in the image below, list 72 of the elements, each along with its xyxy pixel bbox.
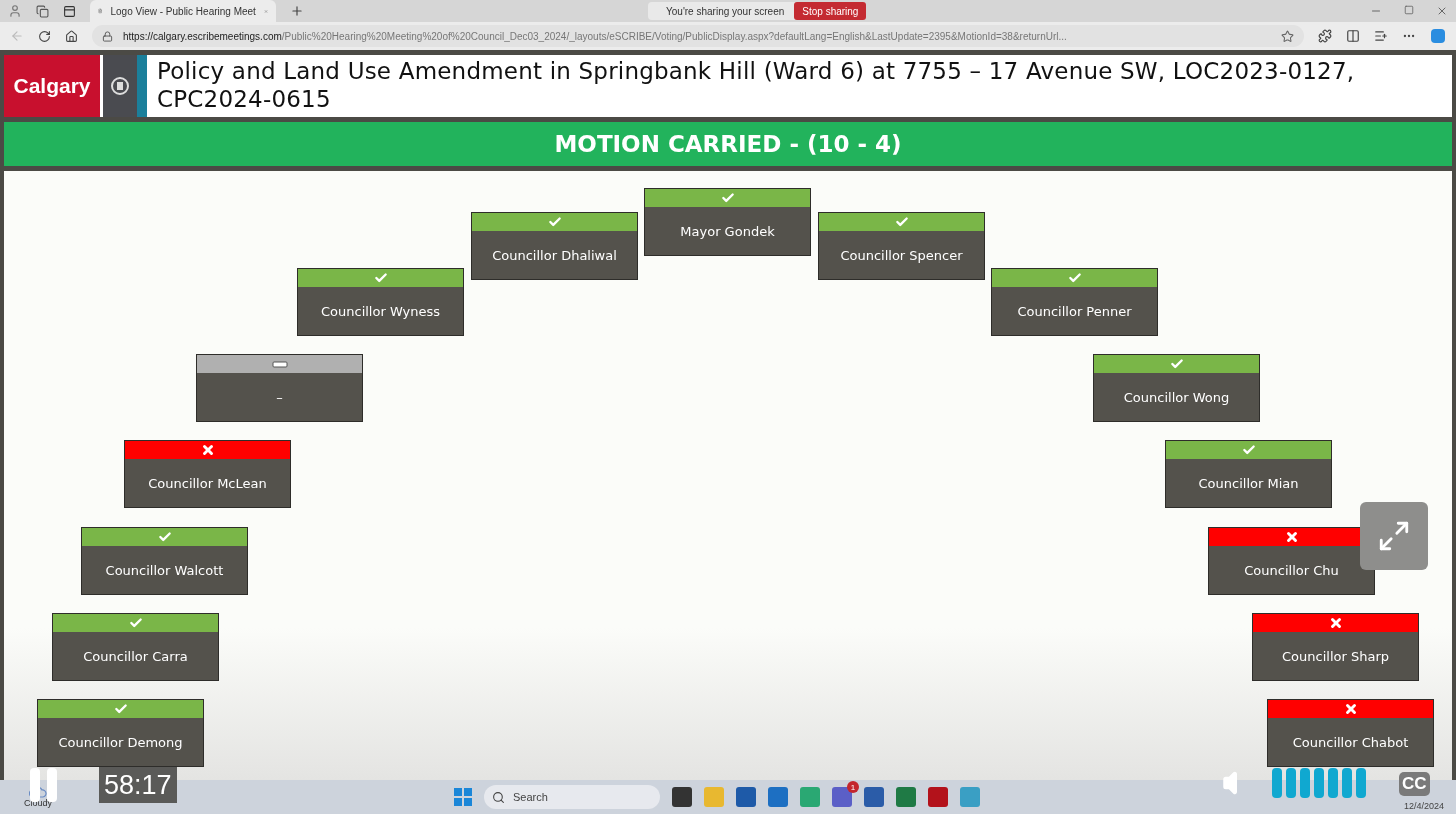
new-tab-icon[interactable]	[290, 4, 304, 18]
check-icon	[373, 271, 388, 285]
tab-actions-icon[interactable]	[63, 4, 76, 18]
check-icon	[128, 616, 143, 630]
member-name: Councillor Demong	[38, 718, 203, 766]
minus-icon	[271, 360, 288, 368]
pdf-app-icon[interactable]	[928, 787, 948, 807]
lock-icon	[102, 30, 113, 42]
check-icon	[894, 215, 909, 229]
taskbar-date: 12/4/2024	[1403, 801, 1444, 811]
workspaces-icon[interactable]	[36, 4, 49, 18]
city-logo: Calgary	[4, 55, 100, 117]
x-icon	[1343, 702, 1358, 716]
profile-icon[interactable]	[8, 4, 22, 18]
member-name: Councillor Sharp	[1253, 632, 1418, 680]
volume-meter[interactable]	[1272, 768, 1366, 798]
address-field[interactable]: https://calgary.escribemeetings.com/Public%20Hearing%20Meeting%20of%20Council_Dec03_2024/_layouts/eSCRIBE/Voting/PublicDisplay.aspx?defaultLang=English&LastUpdate=2395&MotionId=38&returnUrl...	[92, 25, 1304, 47]
check-icon	[1169, 357, 1184, 371]
windows-start-icon[interactable]	[454, 788, 472, 806]
home-icon[interactable]	[65, 29, 78, 43]
resize-icon	[1377, 519, 1411, 553]
member-name: Councillor Walcott	[82, 546, 247, 594]
captions-button[interactable]: CC	[1399, 772, 1430, 796]
chat-app-icon[interactable]	[832, 787, 852, 807]
check-icon	[113, 702, 128, 716]
back-icon[interactable]	[10, 29, 24, 43]
x-icon	[200, 443, 215, 457]
motion-result-banner: MOTION CARRIED - (10 - 4)	[4, 122, 1452, 166]
member-name: Councillor Mian	[1166, 459, 1331, 507]
spreadsheet-app-icon[interactable]	[896, 787, 916, 807]
taskbar-search-field[interactable]: Search	[484, 785, 660, 809]
check-icon	[547, 215, 562, 229]
x-icon	[1284, 530, 1299, 544]
browser-tab[interactable]: Logo View - Public Hearing Meet	[90, 0, 276, 22]
maximize-icon[interactable]	[1404, 5, 1414, 15]
member-name: Councillor Chu	[1209, 546, 1374, 594]
member-name: Councillor Spencer	[819, 231, 984, 279]
check-icon	[157, 530, 172, 544]
member-name: Councillor Wyness	[298, 287, 463, 335]
page-icon	[98, 5, 103, 17]
store-icon[interactable]	[736, 787, 756, 807]
x-icon	[1328, 616, 1343, 630]
playback-time: 58:17	[99, 767, 177, 803]
member-name: Councillor Carra	[53, 632, 218, 680]
member-name: –	[197, 373, 362, 421]
notification-badge: 1	[847, 781, 859, 793]
close-icon[interactable]	[1436, 5, 1448, 17]
star-icon[interactable]	[1281, 29, 1294, 43]
check-icon	[1241, 443, 1256, 457]
crest-icon	[109, 74, 131, 98]
document-app-icon[interactable]	[864, 787, 884, 807]
extensions-icon[interactable]	[1318, 29, 1332, 43]
check-icon	[1067, 271, 1082, 285]
reload-icon[interactable]	[38, 29, 51, 43]
check-icon	[720, 191, 735, 205]
split-screen-icon[interactable]	[1346, 29, 1360, 43]
member-name: Councillor Wong	[1094, 373, 1259, 421]
exit-fullscreen-button[interactable]	[1360, 502, 1428, 570]
stop-sharing-button[interactable]: Stop sharing	[794, 2, 867, 20]
sharing-message: You're sharing your screen	[666, 5, 785, 17]
accent-stripe	[137, 55, 147, 117]
member-name: Councillor McLean	[125, 459, 290, 507]
copilot-icon[interactable]	[1430, 28, 1446, 44]
member-name: Councillor Chabot	[1268, 718, 1433, 766]
member-name: Councillor Penner	[992, 287, 1157, 335]
task-view-icon[interactable]	[672, 787, 692, 807]
mail-app-icon[interactable]	[768, 787, 788, 807]
member-name: Mayor Gondek	[645, 207, 810, 255]
favorites-icon[interactable]	[1374, 29, 1388, 43]
search-icon	[492, 790, 505, 804]
motion-title: Policy and Land Use Amendment in Springbank Hill (Ward 6) at 7755 – 17 Avenue SW, LOC2023-0127, CPC2024-0615	[156, 57, 1356, 114]
member-name: Councillor Dhaliwal	[472, 231, 637, 279]
